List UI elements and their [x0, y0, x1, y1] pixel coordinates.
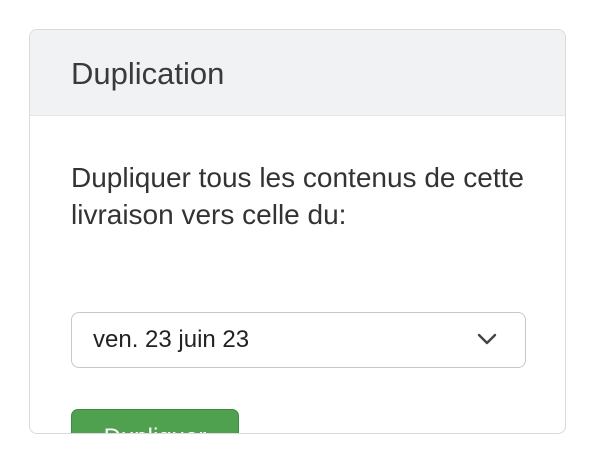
duplication-card: Duplication Dupliquer tous les contenus …: [29, 29, 566, 434]
duplication-description: Dupliquer tous les contenus de cette liv…: [71, 162, 524, 230]
delivery-date-select[interactable]: ven. 23 juin 23: [71, 312, 526, 368]
card-title: Duplication: [71, 56, 225, 91]
card-body: Dupliquer tous les contenus de cette liv…: [30, 159, 565, 433]
duplicate-button[interactable]: Dupliquer: [71, 409, 239, 433]
selected-date-value: ven. 23 juin 23: [93, 326, 250, 353]
card-header: Duplication: [30, 30, 565, 116]
chevron-down-icon: [477, 333, 497, 345]
